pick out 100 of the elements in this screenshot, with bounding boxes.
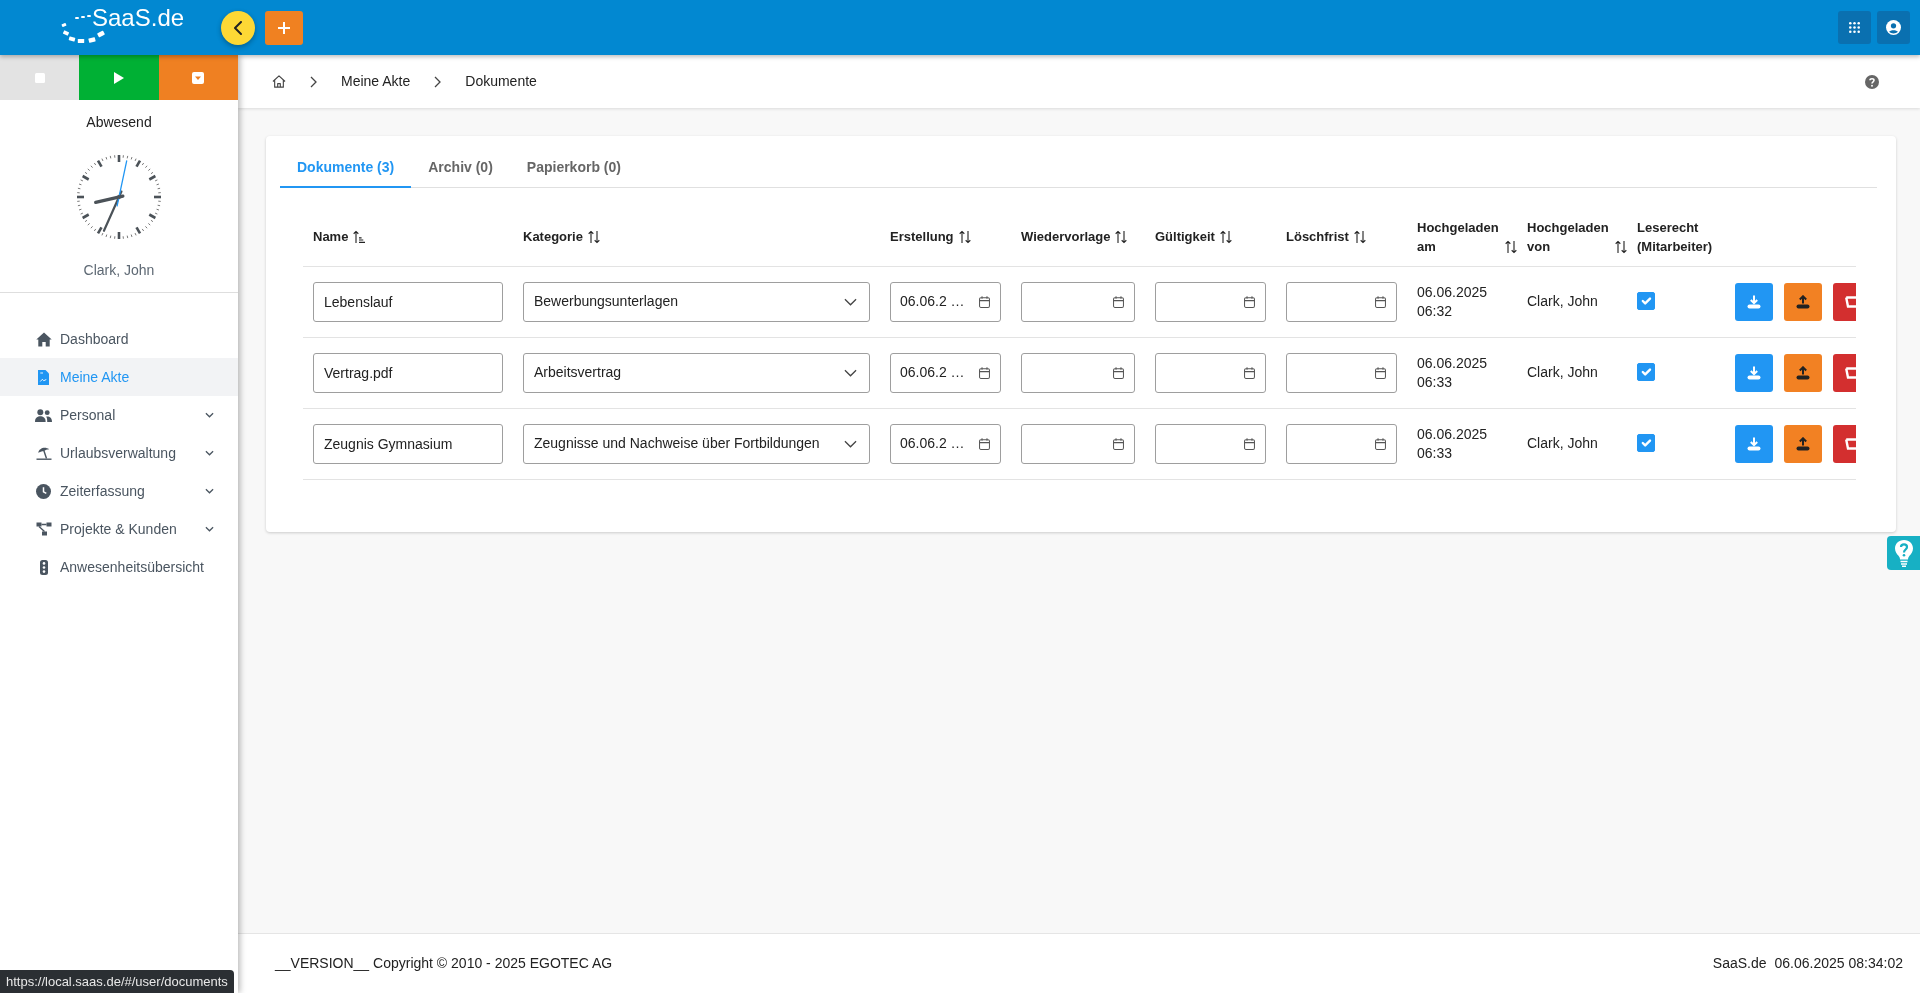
chevron-down-icon [844,439,857,448]
date-field[interactable] [1286,281,1397,322]
calendar-icon [1375,437,1386,450]
profile-button[interactable] [1877,11,1910,44]
calendar-icon [1113,437,1124,450]
category-select[interactable]: Arbeitsvertrag [523,352,870,393]
chevron-down-icon [205,488,214,494]
date-field[interactable] [1155,423,1266,464]
chevron-down-icon [844,297,857,306]
table-cell-text: 06.06.2025 06:32 [1417,282,1489,321]
date-field[interactable] [1021,423,1135,464]
tab[interactable]: Papierkorb (0) [509,150,638,188]
chevron-left-icon [234,20,242,35]
upload-icon [1796,365,1810,380]
play-icon [114,71,124,84]
sidebar-item[interactable]: Anwesenheitsübersicht [0,548,238,586]
dropdown-button[interactable] [158,55,238,100]
category-select[interactable]: Bewerbungsunterlagen [523,281,870,322]
date-field[interactable] [1021,352,1135,393]
delete-button[interactable] [1833,282,1856,321]
download-icon [1747,294,1761,309]
checkbox[interactable] [1637,434,1655,452]
date-field[interactable]: 06.06.2 … [890,352,1001,393]
upload-icon [1796,294,1810,309]
user-icon [1886,20,1901,35]
sort-icon[interactable] [1219,230,1232,245]
sort-ascending-icon[interactable] [353,230,366,245]
apps-grid-icon [1849,22,1860,33]
chevron-down-icon [205,450,214,456]
presence-status: Abwesend [86,113,152,131]
column-header: Hochgeladen von [1527,218,1610,256]
home-icon[interactable] [272,75,286,88]
download-button[interactable] [1735,353,1773,392]
eraser-icon [1845,366,1856,379]
date-field[interactable]: 06.06.2 … [890,281,1001,322]
date-field[interactable] [1155,352,1266,393]
date-field[interactable] [1155,281,1266,322]
start-button[interactable] [79,55,159,100]
download-button[interactable] [1735,424,1773,463]
sidebar-item[interactable]: Dashboard [0,320,238,358]
checkbox[interactable] [1637,292,1655,310]
table-cell-text: 06.06.2025 06:33 [1417,424,1489,463]
sidebar-item[interactable]: Urlaubsverwaltung [0,434,238,472]
name-input[interactable]: Lebenslauf [313,281,503,322]
sidebar-item[interactable]: Projekte & Kunden [0,510,238,548]
column-header: Leserecht (Mitarbeiter) [1637,218,1714,256]
eraser-icon [1845,437,1856,450]
delete-button[interactable] [1833,353,1856,392]
calendar-icon [1244,366,1255,379]
calendar-icon [1244,295,1255,308]
apps-button[interactable] [1838,11,1871,44]
upload-button[interactable] [1784,424,1822,463]
calendar-icon [1113,366,1124,379]
breadcrumb-current: Dokumente [465,72,537,91]
category-select[interactable]: Zeugnisse und Nachweise über Fortbildungen [523,423,870,464]
checkbox[interactable] [1637,363,1655,381]
date-field[interactable] [1021,281,1135,322]
sidebar-item[interactable]: Personal [0,396,238,434]
column-header: Löschfrist [1286,228,1349,247]
date-field[interactable]: 06.06.2 … [890,423,1001,464]
sort-icon[interactable] [587,230,600,245]
back-button[interactable] [221,10,255,45]
sort-icon[interactable] [1615,239,1627,254]
date-field[interactable] [1286,423,1397,464]
sidebar-item[interactable]: Zeiterfassung [0,472,238,510]
calendar-icon [1244,437,1255,450]
users-icon [35,408,52,422]
copyright-text: __VERSION__ Copyright © 2010 - 2025 EGOTEC AG [275,954,613,973]
name-input[interactable]: Zeugnis Gymnasium [313,423,503,464]
help-icon[interactable] [1865,74,1879,89]
sort-icon[interactable] [1505,239,1517,254]
app-name-text: SaaS.de [1712,954,1767,973]
column-header: Name [313,228,349,247]
calendar-icon [979,437,990,450]
calendar-icon [979,295,990,308]
date-field[interactable] [1286,352,1397,393]
upload-button[interactable] [1784,282,1822,321]
document-icon [38,369,49,385]
download-icon [1747,365,1761,380]
add-button[interactable] [265,10,303,45]
beach-umbrella-icon [35,446,52,460]
upload-button[interactable] [1784,353,1822,392]
table-cell-text: 06.06.2025 06:33 [1417,353,1489,392]
delete-button[interactable] [1833,424,1856,463]
timestamp-text: 06.06.2025 08:34:02 [1774,954,1903,973]
caret-square-icon [192,71,205,84]
name-input[interactable]: Vertrag.pdf [313,352,503,393]
home-icon [35,331,52,347]
tab[interactable]: Archiv (0) [411,150,510,188]
sort-icon[interactable] [958,230,971,245]
table-cell: Clark, John [1527,434,1598,453]
breadcrumb-link[interactable]: Meine Akte [341,71,411,92]
sort-icon[interactable] [1115,230,1128,245]
table-cell: Clark, John [1527,363,1598,382]
chevron-down-icon [205,526,214,532]
download-button[interactable] [1735,282,1773,321]
network-icon [35,522,52,536]
sort-icon[interactable] [1353,230,1366,245]
help-button[interactable] [1887,536,1920,570]
clock-icon [36,483,51,499]
